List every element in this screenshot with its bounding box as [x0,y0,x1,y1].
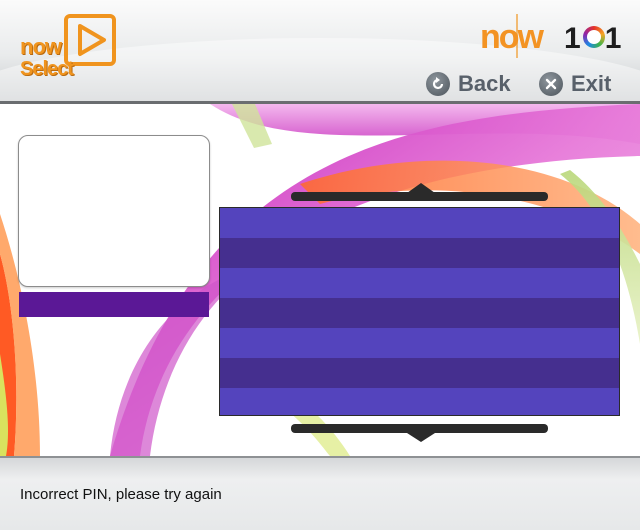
list-item[interactable] [220,328,619,358]
back-label: Back [458,71,511,96]
menu-list [219,207,620,416]
list-item[interactable] [220,388,619,415]
now101-logo: now 11 [480,14,625,60]
scroll-up-bar[interactable] [291,192,548,201]
logo-now-text: now [480,18,544,56]
list-item[interactable] [220,208,619,238]
list-item[interactable] [220,238,619,268]
exit-label: Exit [571,71,612,96]
list-item[interactable] [220,358,619,388]
selection-title-bar [19,292,209,317]
logo-word-now: now [20,34,62,59]
logo-word-select: Select [20,58,74,80]
scroll-up-arrow-icon[interactable] [407,183,435,193]
back-button[interactable]: Back [426,70,511,98]
preview-panel [18,135,210,287]
status-footer: Incorrect PIN, please try again [0,456,640,530]
now-select-logo: now Select [18,12,122,84]
header-bar: now Select now 11 Back Exit [0,0,640,104]
scroll-down-bar[interactable] [291,424,548,433]
back-circle-icon [426,72,450,96]
exit-button[interactable]: Exit [539,70,611,98]
ring-icon [583,26,605,48]
list-item[interactable] [220,268,619,298]
scroll-down-arrow-icon[interactable] [407,433,435,442]
status-message: Incorrect PIN, please try again [20,486,222,503]
close-circle-icon [539,72,563,96]
list-item[interactable] [220,298,619,328]
